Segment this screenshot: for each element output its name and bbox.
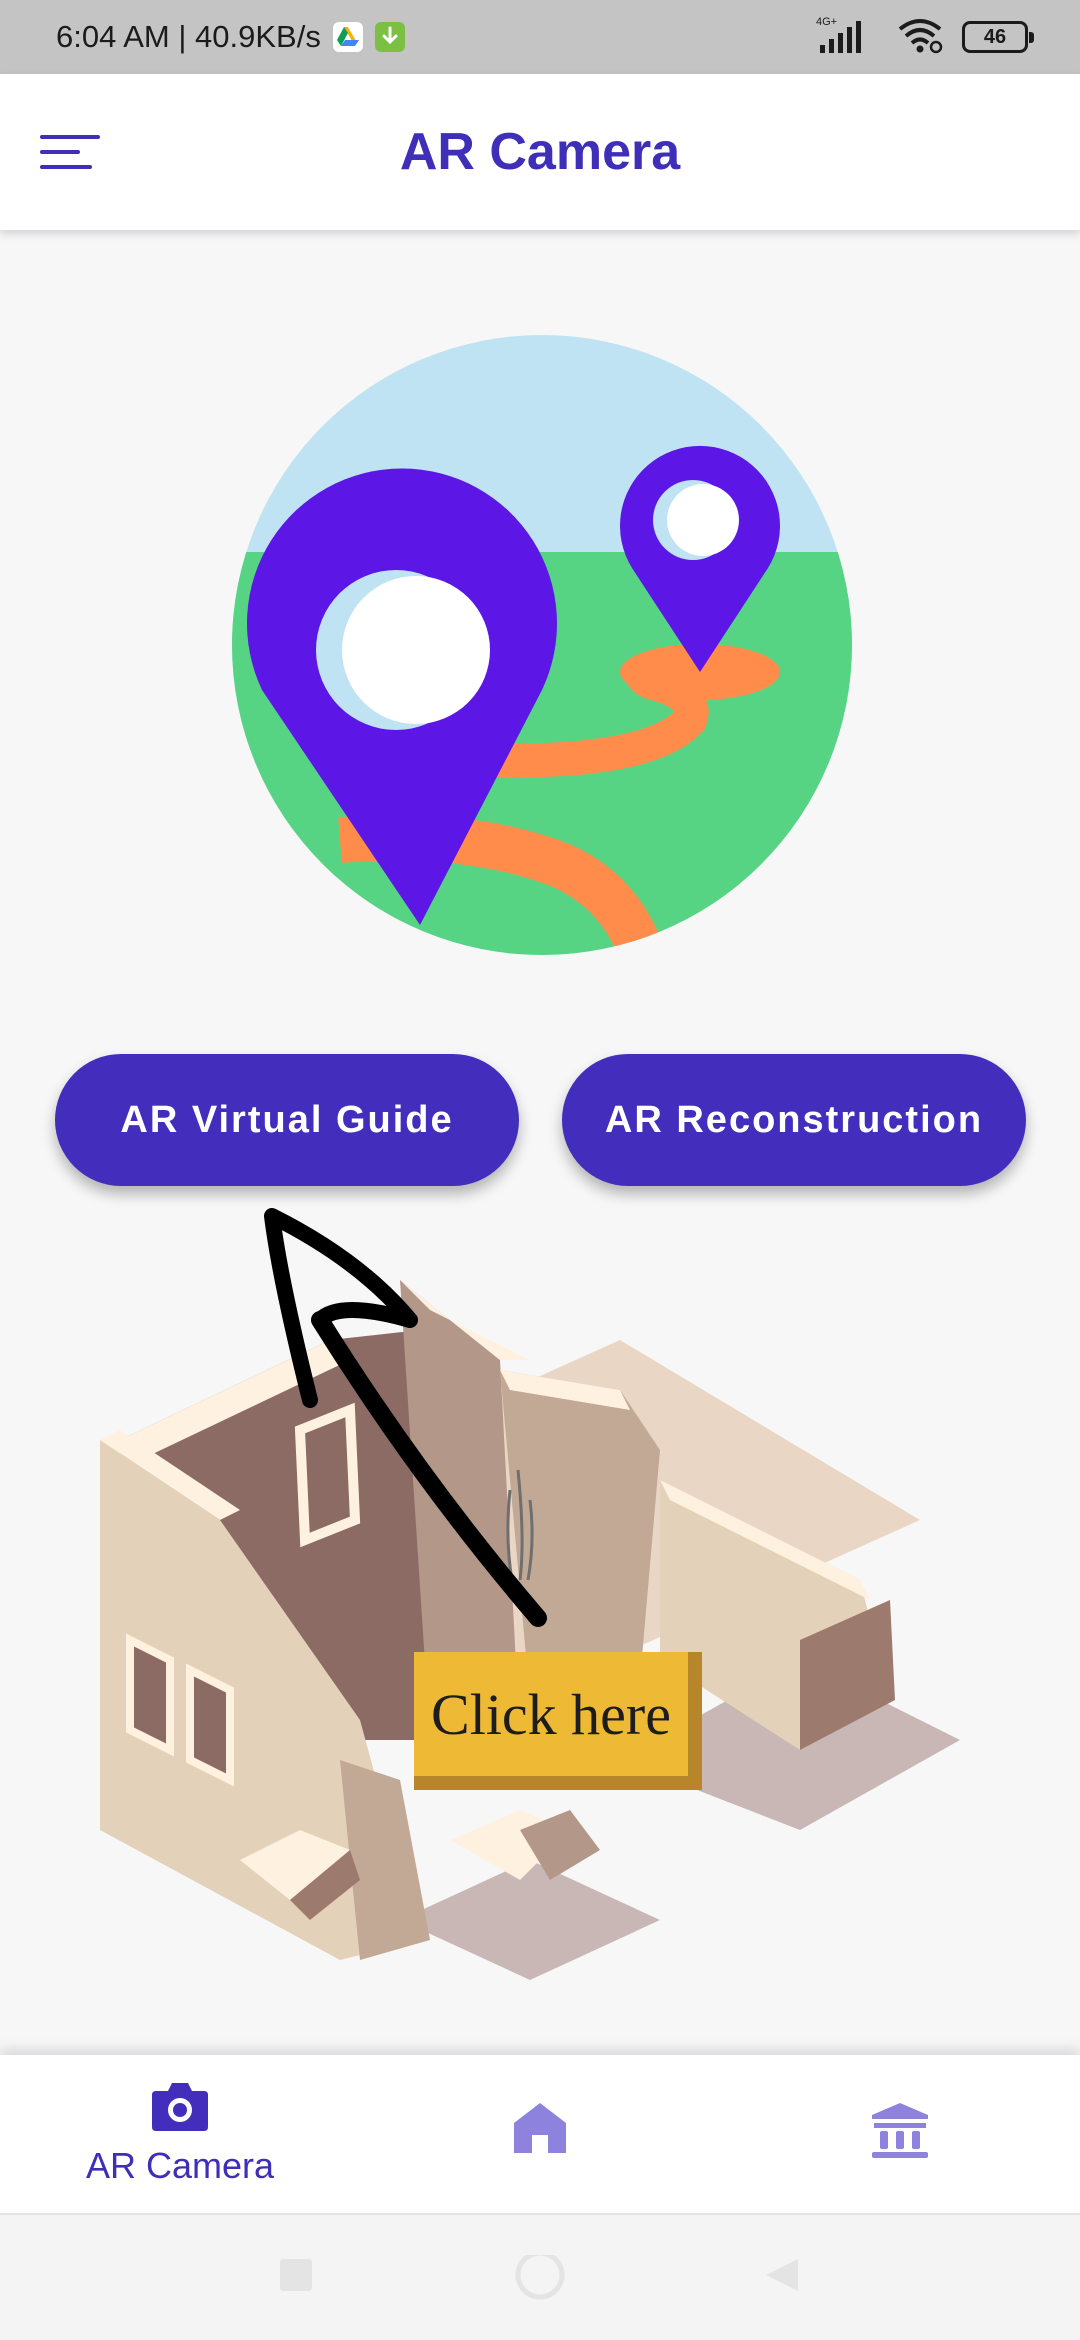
nav-ar-camera[interactable]: AR Camera: [70, 2055, 290, 2213]
ar-reconstruction-button[interactable]: AR Reconstruction: [562, 1054, 1026, 1186]
bottom-navigation: AR Camera: [0, 2055, 1080, 2213]
museum-icon: [872, 2103, 928, 2158]
status-right: 4G+ 46: [814, 15, 1034, 60]
status-left: 6:04 AM | 40.9KB/s: [56, 19, 405, 55]
app-bar: AR Camera: [0, 74, 1080, 230]
click-here-tooltip[interactable]: Click here: [414, 1652, 702, 1790]
status-bar: 6:04 AM | 40.9KB/s 4G+ 46: [0, 0, 1080, 74]
wifi-icon: [896, 15, 946, 60]
signal-icon: 4G+: [814, 15, 880, 60]
camera-icon: [152, 2083, 208, 2131]
nav-ar-camera-label: AR Camera: [85, 2145, 275, 2186]
hero-map-illustration: [220, 320, 860, 970]
home-circle-icon[interactable]: [514, 2255, 566, 2307]
battery-icon: 46: [962, 21, 1034, 53]
network-type-label: 4G+: [816, 16, 837, 28]
ar-virtual-guide-button[interactable]: AR Virtual Guide: [55, 1054, 519, 1186]
page-title: AR Camera: [399, 123, 681, 181]
click-here-label: Click here: [414, 1652, 688, 1776]
nav-museum[interactable]: [820, 2055, 980, 2213]
home-icon: [514, 2103, 566, 2153]
back-icon[interactable]: [762, 2255, 802, 2295]
nav-home[interactable]: [460, 2055, 620, 2213]
download-icon: [374, 22, 405, 52]
annotation-arrow: [264, 1208, 547, 1627]
status-time-speed: 6:04 AM | 40.9KB/s: [56, 19, 321, 54]
recent-apps-icon[interactable]: [276, 2255, 316, 2295]
battery-level: 46: [983, 25, 1007, 48]
system-navigation-bar: [0, 2213, 1080, 2340]
google-drive-icon: [332, 22, 363, 52]
